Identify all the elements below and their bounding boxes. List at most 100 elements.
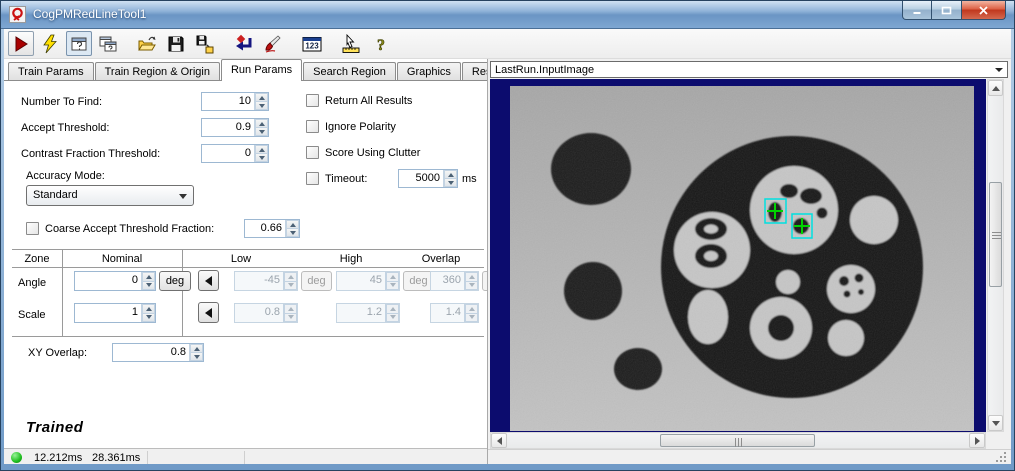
contrast-fraction-label: Contrast Fraction Threshold: xyxy=(21,148,160,160)
minimize-button[interactable] xyxy=(902,1,932,20)
horizontal-scroll-thumb[interactable] xyxy=(660,434,815,447)
xy-overlap-stepper[interactable]: 0.8 xyxy=(112,343,204,362)
tab-train-params[interactable]: Train Params xyxy=(8,62,94,81)
angle-overlap-stepper: 360 xyxy=(430,271,479,291)
spin-up-icon[interactable] xyxy=(255,119,268,127)
spin-up-icon[interactable] xyxy=(142,304,155,313)
toolbar: 123 ? xyxy=(4,29,1011,59)
electric-run-icon[interactable] xyxy=(37,31,63,56)
timeout-label: Timeout: xyxy=(325,173,367,185)
spin-down-icon[interactable] xyxy=(444,178,457,187)
signature-icon[interactable] xyxy=(260,31,286,56)
scale-overlap-stepper: 1.4 xyxy=(430,303,479,323)
angle-row-label: Angle xyxy=(18,277,46,289)
spin-up-icon[interactable] xyxy=(444,170,457,178)
angle-nominal-stepper[interactable]: 0 xyxy=(74,271,156,291)
high-header: High xyxy=(300,253,402,265)
reset-icon[interactable] xyxy=(231,31,257,56)
arrow-left-icon xyxy=(205,308,212,318)
score-using-clutter-checkbox[interactable] xyxy=(306,146,319,159)
vertical-scroll-thumb[interactable] xyxy=(989,182,1002,287)
spin-up-icon[interactable] xyxy=(255,145,268,153)
scroll-left-button[interactable] xyxy=(491,433,507,448)
chevron-down-icon xyxy=(995,68,1003,72)
resize-grip-icon[interactable] xyxy=(996,452,1008,464)
angle-expand-button[interactable] xyxy=(198,270,219,291)
help-icon[interactable]: ? xyxy=(367,31,393,56)
scale-expand-button[interactable] xyxy=(198,302,219,323)
zone-table-bottom-border xyxy=(12,336,484,337)
numeric-data-icon[interactable]: 123 xyxy=(299,31,325,56)
tab-run-params[interactable]: Run Params xyxy=(221,59,302,81)
tab-train-region-origin[interactable]: Train Region & Origin xyxy=(95,62,220,81)
open-file-icon[interactable] xyxy=(134,31,160,56)
tab-search-region[interactable]: Search Region xyxy=(303,62,396,81)
numeric-data-glyph: 123 xyxy=(305,41,319,50)
number-to-find-stepper[interactable]: 10 xyxy=(201,92,269,111)
arrow-right-icon xyxy=(975,437,980,445)
horizontal-scrollbar[interactable] xyxy=(490,432,986,449)
angle-deg-button[interactable]: deg xyxy=(159,271,191,291)
save-as-icon[interactable] xyxy=(192,31,218,56)
save-file-icon[interactable] xyxy=(163,31,189,56)
spin-down-icon[interactable] xyxy=(142,313,155,323)
scroll-up-button[interactable] xyxy=(988,80,1003,96)
coarse-accept-label: Coarse Accept Threshold Fraction: xyxy=(45,223,214,235)
float-window-icon[interactable] xyxy=(95,31,121,56)
timeout-checkbox[interactable] xyxy=(306,172,319,185)
grip-icon xyxy=(992,232,1001,239)
run-icon[interactable] xyxy=(8,31,34,56)
zone-header: Zone xyxy=(12,253,62,265)
accept-threshold-stepper[interactable]: 0.9 xyxy=(201,118,269,137)
number-to-find-label: Number To Find: xyxy=(21,96,102,108)
scale-nominal-stepper[interactable]: 1 xyxy=(74,303,156,323)
app-icon xyxy=(9,6,26,23)
window-title: CogPMRedLineTool1 xyxy=(33,7,146,21)
accuracy-mode-select[interactable]: Standard xyxy=(26,185,194,206)
arrow-up-icon xyxy=(992,86,1000,91)
spin-down-icon[interactable] xyxy=(286,228,299,237)
maximize-button[interactable] xyxy=(932,1,962,20)
tab-graphics[interactable]: Graphics xyxy=(397,62,461,81)
status-divider xyxy=(147,451,148,464)
ignore-polarity-checkbox[interactable] xyxy=(306,120,319,133)
spin-up-icon[interactable] xyxy=(142,272,155,281)
arrow-left-icon xyxy=(497,437,502,445)
close-button[interactable] xyxy=(962,1,1006,20)
spin-down-icon[interactable] xyxy=(255,127,268,136)
image-display-panel: LastRun.InputImage xyxy=(488,59,1011,464)
tool-status-bar: 12.212ms 28.361ms xyxy=(4,448,488,464)
spin-down-icon[interactable] xyxy=(142,281,155,291)
angle-low-stepper: -45 xyxy=(234,271,298,291)
return-all-results-checkbox[interactable] xyxy=(306,94,319,107)
spin-down-icon[interactable] xyxy=(255,153,268,162)
tab-results[interactable]: Results xyxy=(462,62,488,81)
spin-up-icon[interactable] xyxy=(255,93,268,101)
spin-up-icon[interactable] xyxy=(286,220,299,228)
contrast-fraction-stepper[interactable]: 0 xyxy=(201,144,269,163)
show-controls-icon[interactable] xyxy=(66,31,92,56)
accuracy-mode-label: Accuracy Mode: xyxy=(26,170,105,182)
image-viewport[interactable] xyxy=(490,79,986,432)
timeout-stepper[interactable]: 5000 xyxy=(398,169,458,188)
ignore-polarity-label: Ignore Polarity xyxy=(325,121,396,133)
record-selector[interactable]: LastRun.InputImage xyxy=(490,61,1008,78)
scale-row-label: Scale xyxy=(18,309,46,321)
grip-icon xyxy=(735,438,742,447)
spin-down-icon[interactable] xyxy=(255,101,268,110)
vertical-scrollbar[interactable] xyxy=(987,79,1004,432)
measure-icon[interactable] xyxy=(338,31,364,56)
scroll-right-button[interactable] xyxy=(969,433,985,448)
nominal-header: Nominal xyxy=(62,253,182,265)
zone-table-top-border xyxy=(12,249,484,250)
overlap-header: Overlap xyxy=(402,253,480,265)
status-divider xyxy=(244,451,245,464)
spin-down-icon[interactable] xyxy=(190,352,203,361)
coarse-accept-checkbox[interactable] xyxy=(26,222,39,235)
scroll-down-button[interactable] xyxy=(988,415,1003,431)
chevron-down-icon xyxy=(179,194,187,199)
spin-up-icon[interactable] xyxy=(190,344,203,352)
coarse-accept-stepper[interactable]: 0.66 xyxy=(244,219,300,238)
run-status-led xyxy=(11,452,22,463)
title-bar[interactable]: CogPMRedLineTool1 xyxy=(1,1,1014,29)
